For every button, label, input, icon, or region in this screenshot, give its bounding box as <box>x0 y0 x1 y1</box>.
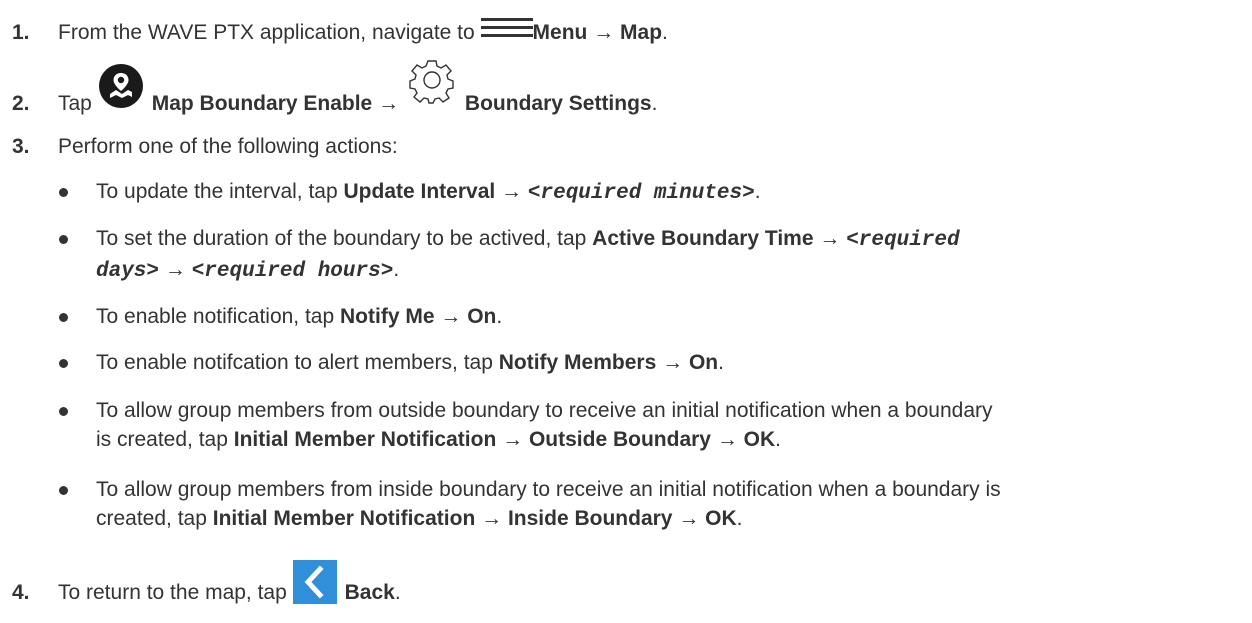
bullet-dot <box>59 359 68 368</box>
bullet-dot <box>59 407 68 416</box>
bullet-text-continued: is created, tap Initial Member Notificat… <box>96 428 781 451</box>
bullet-text: To enable notifcation to alert members, … <box>96 351 724 374</box>
bullet-text-continued: created, tap Initial Member Notification… <box>96 507 743 530</box>
bullet-dot <box>59 235 68 244</box>
menu-label: Menu <box>532 21 588 44</box>
step-text: Perform one of the following actions: <box>58 135 398 158</box>
bullet-text: To allow group members from inside bound… <box>96 478 1001 501</box>
bullet-dot <box>59 188 68 197</box>
bullet-text: To enable notification, tap Notify Me → … <box>96 305 503 328</box>
bullet-text: To set the duration of the boundary to b… <box>96 227 960 252</box>
bullet-text: To allow group members from outside boun… <box>96 399 993 422</box>
step-number: 2. <box>12 92 30 115</box>
step-text: To return to the map, tap Back. <box>58 560 401 606</box>
bullet-dot <box>59 313 68 322</box>
back-label: Back <box>344 581 395 604</box>
gear-icon <box>409 60 454 105</box>
boundary-settings-label: Boundary Settings <box>464 92 652 115</box>
step-text: From the WAVE PTX application, navigate … <box>58 18 668 46</box>
hamburger-menu-icon <box>480 18 533 38</box>
map-boundary-enable-label: Map Boundary Enable <box>151 92 373 115</box>
step-number: 4. <box>12 581 30 604</box>
back-chevron-icon <box>292 560 337 605</box>
step-number: 1. <box>12 21 30 44</box>
step-text: Tap Map Boundary Enable → Boundary Setti… <box>58 60 657 115</box>
procedure: 1. From the WAVE PTX application, naviga… <box>0 0 1252 623</box>
map-boundary-enable-icon <box>98 64 143 109</box>
map-label: Map <box>620 21 663 44</box>
bullet-dot <box>59 486 68 495</box>
bullet-text: To update the interval, tap Update Inter… <box>96 180 761 205</box>
bullet-text-continued: days> → <required hours>. <box>96 258 400 283</box>
step-number: 3. <box>12 135 30 158</box>
